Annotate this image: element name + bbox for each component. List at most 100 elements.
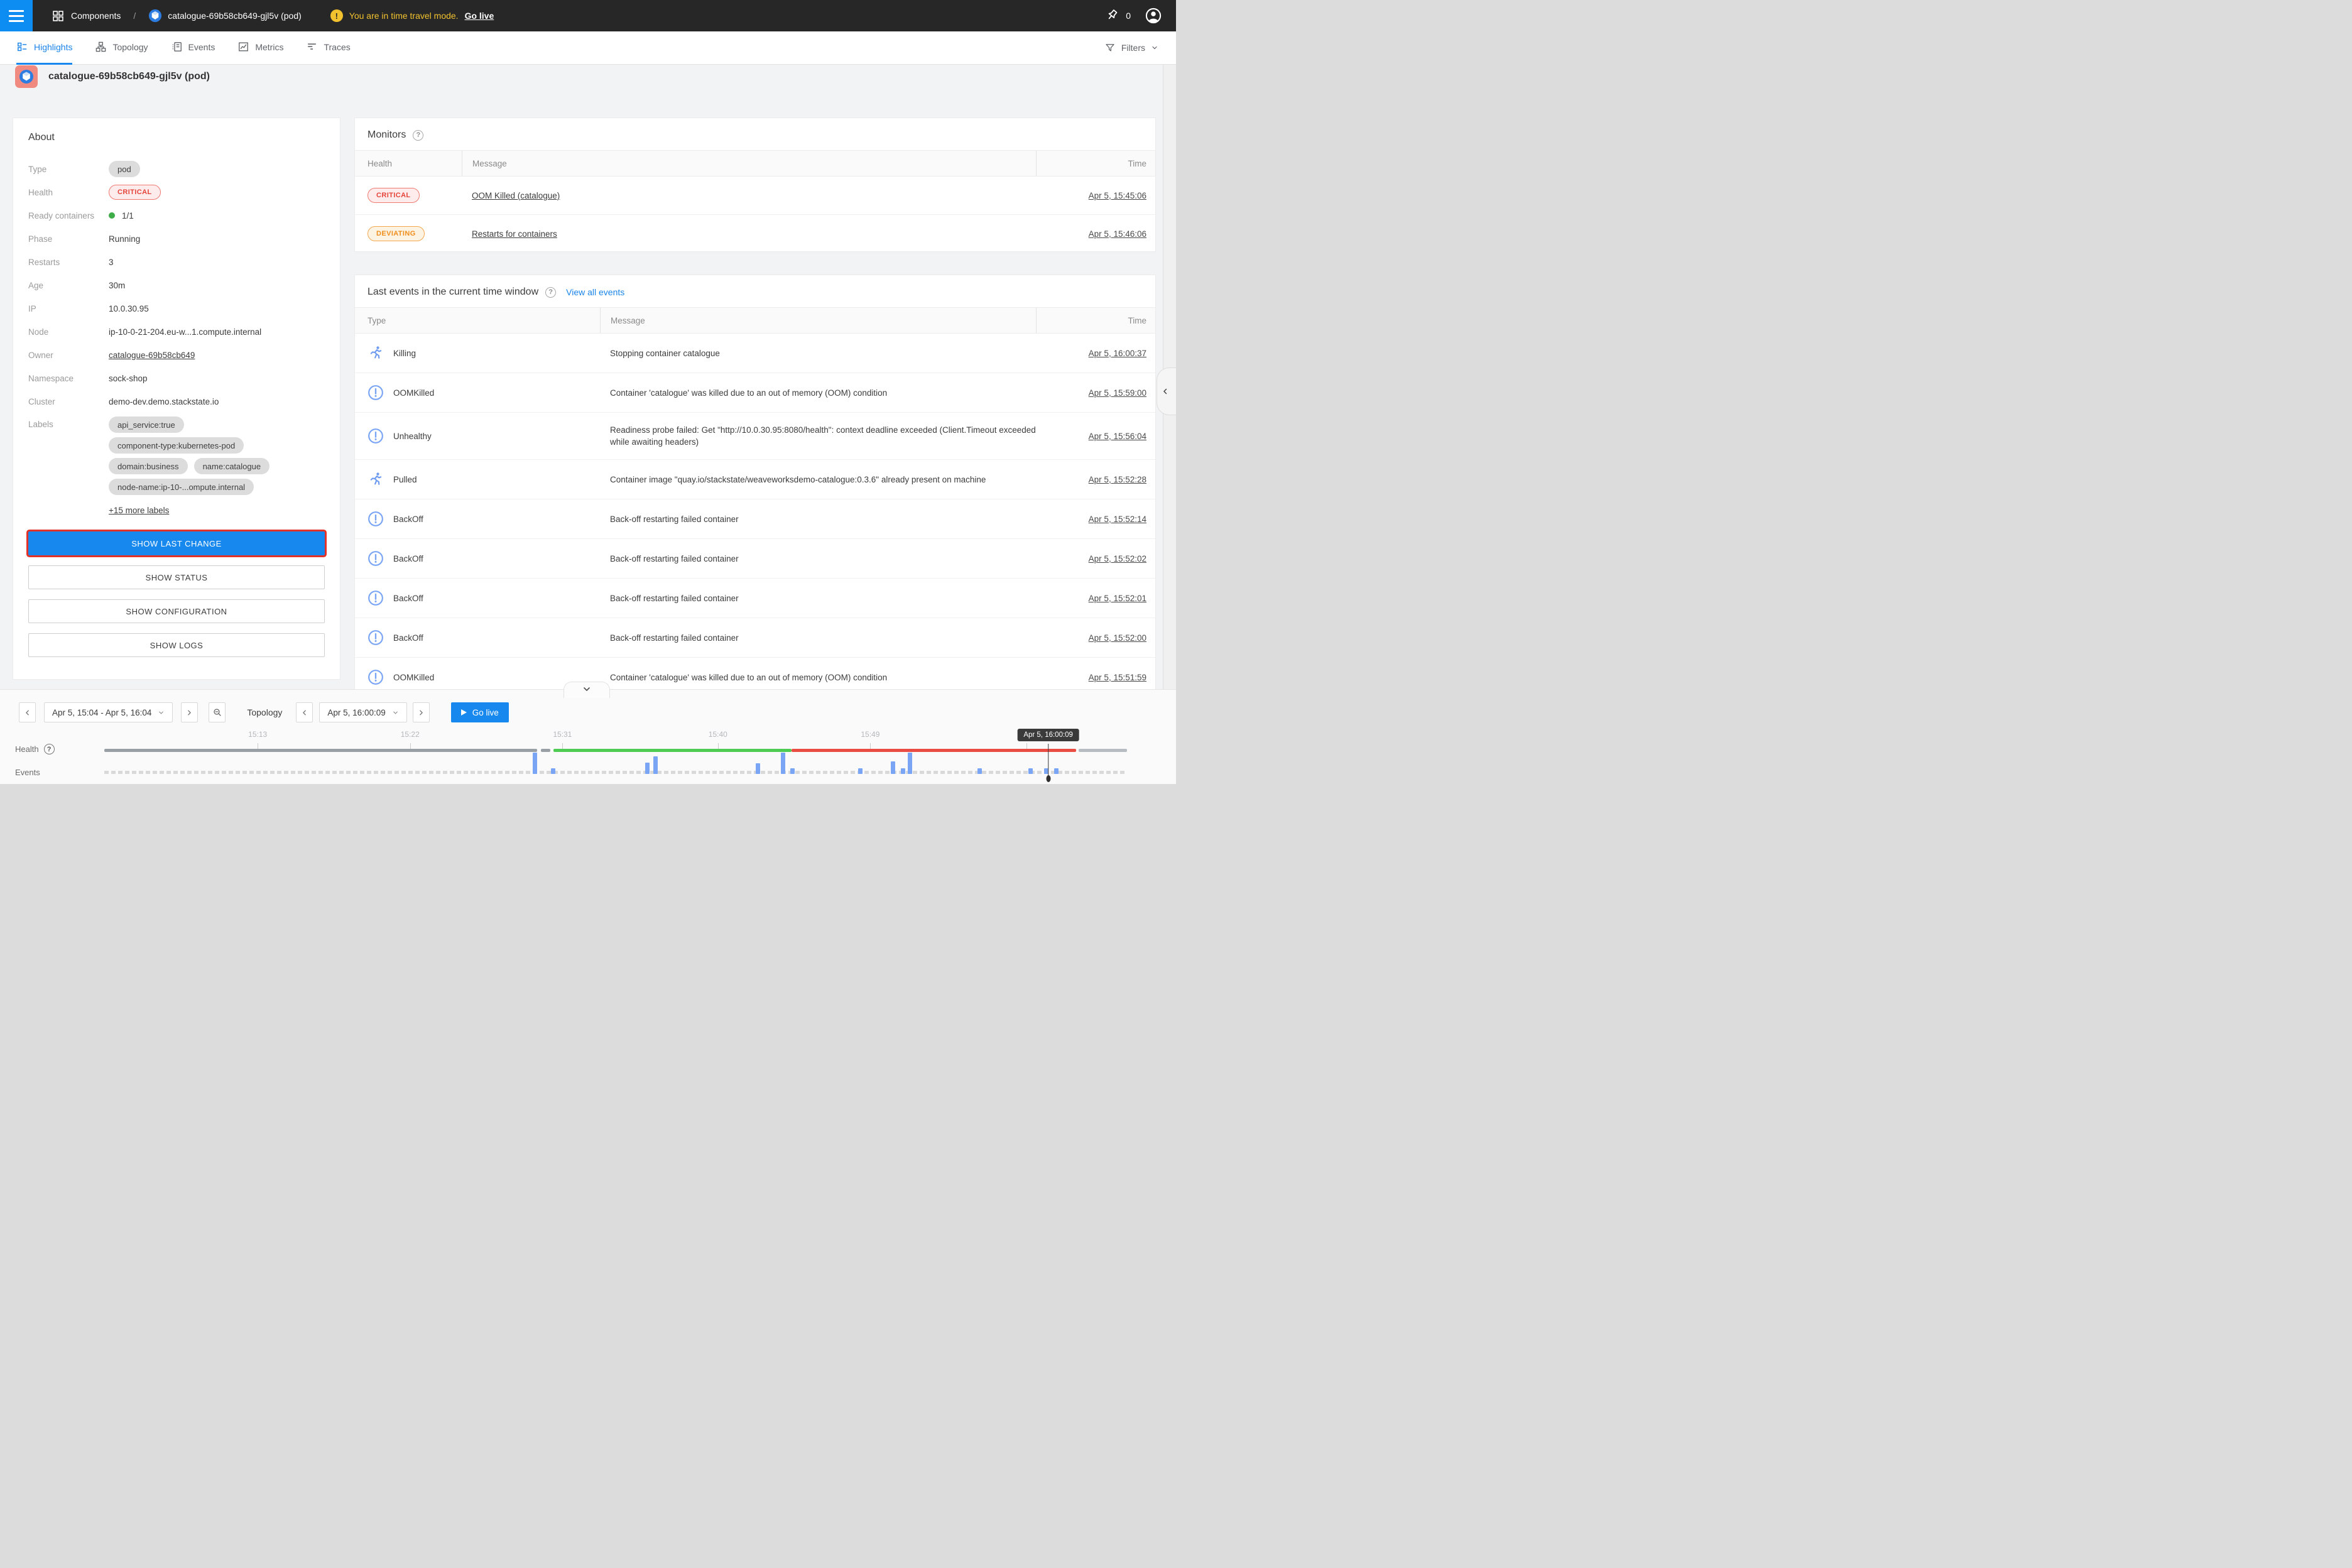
owner-link[interactable]: catalogue-69b58cb649 <box>109 351 195 360</box>
label-pill[interactable]: node-name:ip-10-...ompute.internal <box>109 479 254 495</box>
tabs: Highlights Topology Events Metrics Traces <box>16 31 373 65</box>
health-status-badge: CRITICAL <box>109 185 161 200</box>
about-row-labels: Labels api_service:truecomponent-type:ku… <box>28 416 325 515</box>
time-travel-banner: ! You are in time travel mode. Go live <box>330 9 494 22</box>
show-logs-button[interactable]: SHOW LOGS <box>28 633 325 657</box>
range-previous-button[interactable] <box>19 702 36 722</box>
traces-icon <box>306 41 318 53</box>
event-row[interactable]: OOMKilled Container 'catalogue' was kill… <box>355 373 1155 413</box>
timeline-plot[interactable]: 15:1315:2215:3115:4015:49Apr 5, 16:00:09 <box>104 690 1127 784</box>
tab-traces[interactable]: Traces <box>306 31 350 65</box>
event-time-link[interactable]: Apr 5, 15:52:28 <box>1089 475 1146 484</box>
event-count-bar <box>977 768 982 774</box>
event-message: Back-off restarting failed container <box>610 633 758 643</box>
tab-highlights[interactable]: Highlights <box>16 31 72 65</box>
time-travel-marker-handle[interactable] <box>1046 775 1050 782</box>
about-row-age: Age30m <box>28 277 325 293</box>
event-count-bar <box>645 763 650 774</box>
monitor-row[interactable]: CRITICAL OOM Killed (catalogue) Apr 5, 1… <box>355 177 1155 215</box>
app-root: Components / catalogue-69b58cb649-gjl5v … <box>0 0 1176 784</box>
type-badge: pod <box>109 161 140 177</box>
label-pill[interactable]: name:catalogue <box>194 458 270 474</box>
event-count-bar <box>901 768 905 774</box>
show-last-change-button[interactable]: SHOW LAST CHANGE <box>28 531 325 555</box>
help-icon[interactable]: ? <box>545 287 556 298</box>
label-pill[interactable]: domain:business <box>109 458 188 474</box>
help-icon[interactable]: ? <box>413 130 423 141</box>
monitor-time-link[interactable]: Apr 5, 15:45:06 <box>1089 191 1146 200</box>
event-type: Killing <box>393 349 416 358</box>
event-time-link[interactable]: Apr 5, 15:59:00 <box>1089 388 1146 398</box>
about-title: About <box>28 132 325 143</box>
alert-circle-icon <box>368 669 384 685</box>
about-row-owner: Ownercatalogue-69b58cb649 <box>28 347 325 363</box>
event-count-bar <box>1054 768 1059 774</box>
label-pill[interactable]: api_service:true <box>109 416 184 433</box>
table-header: Health Message Time <box>355 150 1155 177</box>
about-row-ready-containers: Ready containers1/1 <box>28 207 325 224</box>
event-row[interactable]: Killing Stopping container catalogue Apr… <box>355 334 1155 373</box>
about-row-phase: PhaseRunning <box>28 231 325 247</box>
user-avatar[interactable] <box>1145 7 1162 24</box>
entity-header: catalogue-69b58cb649-gjl5v (pod) <box>15 65 210 88</box>
hamburger-menu-icon[interactable] <box>0 0 33 31</box>
event-type: BackOff <box>393 554 423 564</box>
about-row-type: Typepod <box>28 161 325 177</box>
filters-button[interactable]: Filters <box>1104 42 1176 53</box>
collapse-timeline-button[interactable] <box>564 682 610 698</box>
help-icon[interactable]: ? <box>44 744 55 754</box>
time-travel-marker-line[interactable] <box>1048 744 1049 778</box>
event-time-link[interactable]: Apr 5, 15:52:02 <box>1089 554 1146 564</box>
about-row-namespace: Namespacesock-shop <box>28 370 325 386</box>
event-time-link[interactable]: Apr 5, 15:52:14 <box>1089 514 1146 524</box>
event-count-bar <box>908 753 912 774</box>
event-time-link[interactable]: Apr 5, 15:56:04 <box>1089 432 1146 441</box>
event-time-link[interactable]: Apr 5, 16:00:37 <box>1089 349 1146 358</box>
event-time-link[interactable]: Apr 5, 15:52:00 <box>1089 633 1146 643</box>
tab-topology[interactable]: Topology <box>95 31 148 65</box>
health-segment-unknown <box>104 749 537 752</box>
show-status-button[interactable]: SHOW STATUS <box>28 565 325 589</box>
expand-right-panel-button[interactable] <box>1157 368 1176 415</box>
monitors-title: Monitors <box>368 129 406 141</box>
event-type: Pulled <box>393 475 417 484</box>
event-row[interactable]: Unhealthy Readiness probe failed: Get "h… <box>355 413 1155 460</box>
breadcrumb-separator: / <box>133 11 136 21</box>
breadcrumb: Components / catalogue-69b58cb649-gjl5v … <box>52 9 302 23</box>
event-row[interactable]: BackOff Back-off restarting failed conta… <box>355 539 1155 579</box>
monitor-message-link[interactable]: OOM Killed (catalogue) <box>472 191 560 200</box>
pin-icon[interactable] <box>1105 8 1120 23</box>
event-message: Container image "quay.io/stackstate/weav… <box>610 475 1004 484</box>
more-labels-link[interactable]: +15 more labels <box>109 506 169 515</box>
event-row[interactable]: OOMKilled Container 'catalogue' was kill… <box>355 658 1155 690</box>
view-all-events-link[interactable]: View all events <box>566 287 624 297</box>
event-time-link[interactable]: Apr 5, 15:51:59 <box>1089 673 1146 682</box>
event-row[interactable]: BackOff Back-off restarting failed conta… <box>355 618 1155 658</box>
breadcrumb-entity[interactable]: catalogue-69b58cb649-gjl5v (pod) <box>148 9 301 23</box>
event-count-bar <box>756 763 760 774</box>
tab-events[interactable]: Events <box>171 31 215 65</box>
event-time-link[interactable]: Apr 5, 15:52:01 <box>1089 594 1146 603</box>
pod-icon <box>148 9 162 23</box>
table-header: Type Message Time <box>355 307 1155 334</box>
pod-entity-icon <box>15 65 38 88</box>
go-live-link[interactable]: Go live <box>465 11 494 21</box>
runner-icon <box>368 345 384 361</box>
event-row[interactable]: BackOff Back-off restarting failed conta… <box>355 579 1155 618</box>
monitor-time-link[interactable]: Apr 5, 15:46:06 <box>1089 229 1146 239</box>
runner-icon <box>368 471 384 487</box>
event-count-bar <box>858 768 863 774</box>
event-row[interactable]: BackOff Back-off restarting failed conta… <box>355 499 1155 539</box>
event-row[interactable]: Pulled Container image "quay.io/stacksta… <box>355 460 1155 499</box>
chevron-down-icon <box>582 684 592 694</box>
event-type: OOMKilled <box>393 388 434 398</box>
label-pill[interactable]: component-type:kubernetes-pod <box>109 437 244 454</box>
breadcrumb-components[interactable]: Components <box>71 11 121 21</box>
monitor-message-link[interactable]: Restarts for containers <box>472 229 557 239</box>
time-travel-marker-tooltip: Apr 5, 16:00:09 <box>1017 729 1079 741</box>
monitor-row[interactable]: DEVIATING Restarts for containers Apr 5,… <box>355 215 1155 253</box>
show-configuration-button[interactable]: SHOW CONFIGURATION <box>28 599 325 623</box>
page-title: catalogue-69b58cb649-gjl5v (pod) <box>48 71 210 82</box>
tab-metrics[interactable]: Metrics <box>237 31 283 65</box>
event-count-bar <box>653 756 658 774</box>
